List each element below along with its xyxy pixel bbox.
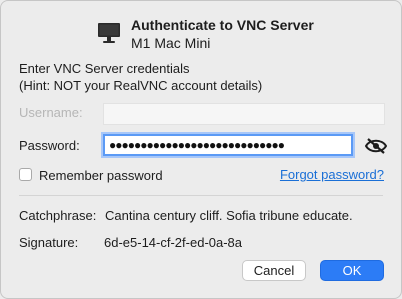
instructions-line-1: Enter VNC Server credentials [19, 61, 190, 76]
signature-value: 6d-e5-14-cf-2f-ed-0a-8a [104, 235, 243, 250]
password-label: Password: [19, 138, 80, 153]
monitor-icon [98, 23, 120, 43]
username-row: Username: [19, 105, 103, 120]
dialog-subtitle: M1 Mac Mini [131, 35, 211, 51]
forgot-password-link[interactable]: Forgot password? [280, 167, 384, 182]
remember-password-label[interactable]: Remember password [39, 168, 163, 183]
auth-dialog: Authenticate to VNC Server M1 Mac Mini E… [0, 0, 402, 299]
divider [19, 195, 383, 196]
ok-button[interactable]: OK [320, 260, 384, 281]
username-label: Username: [19, 105, 83, 120]
signature-label: Signature: [19, 235, 79, 250]
instructions-line-2: (Hint: NOT your RealVNC account details) [19, 78, 263, 93]
dialog-header: Authenticate to VNC Server M1 Mac Mini [97, 16, 314, 52]
catchphrase-value: Cantina century cliff. Sofia tribune edu… [105, 208, 353, 223]
cancel-button[interactable]: Cancel [242, 260, 306, 281]
eye-slash-icon[interactable] [365, 138, 387, 154]
username-field[interactable] [103, 103, 385, 125]
password-row: Password: [19, 138, 103, 153]
catchphrase-label: Catchphrase: [19, 208, 97, 223]
dialog-titles: Authenticate to VNC Server M1 Mac Mini [131, 16, 314, 52]
instructions: Enter VNC Server credentials (Hint: NOT … [19, 60, 262, 94]
password-field[interactable]: ●●●●●●●●●●●●●●●●●●●●●●●●●●●● [103, 134, 353, 156]
password-mask: ●●●●●●●●●●●●●●●●●●●●●●●●●●●● [109, 138, 285, 152]
dialog-title: Authenticate to VNC Server [131, 17, 314, 33]
remember-password-checkbox[interactable] [19, 168, 32, 181]
